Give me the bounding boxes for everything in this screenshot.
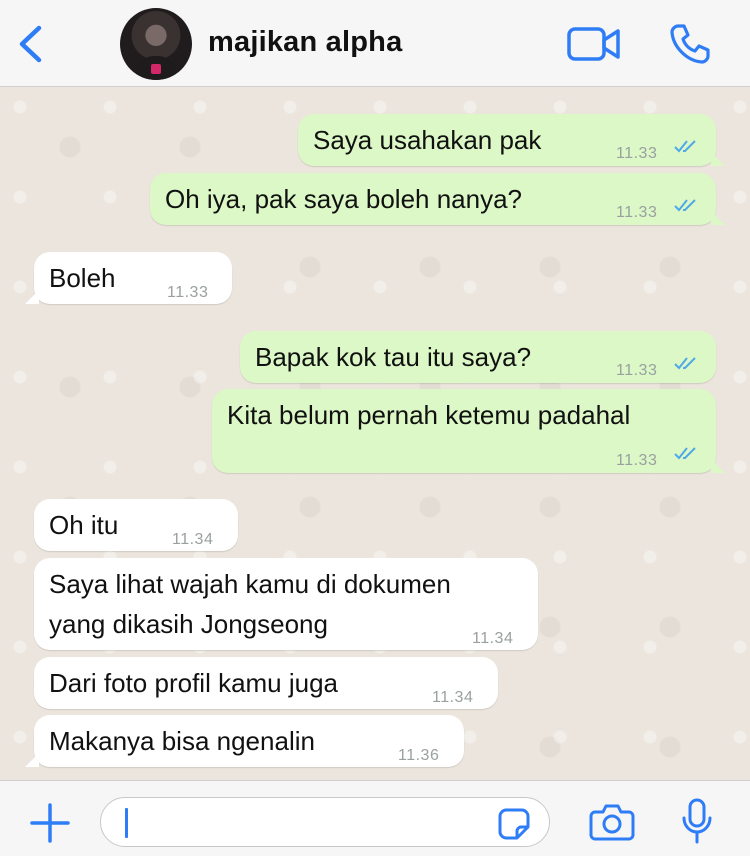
phone-icon	[670, 24, 710, 64]
message-bubble-outgoing[interactable]: Saya usahakan pak 11.33	[298, 114, 725, 166]
read-receipt-icon	[674, 140, 696, 153]
read-receipt-icon	[674, 199, 696, 212]
voice-call-button[interactable]	[668, 22, 712, 66]
read-receipt-icon	[674, 447, 696, 460]
message-time: 11.34	[472, 630, 514, 647]
message-composer	[0, 780, 750, 856]
video-call-button[interactable]	[566, 26, 622, 62]
message-time: 11.33	[616, 145, 658, 162]
contact-avatar[interactable]	[120, 8, 192, 80]
video-camera-icon	[567, 27, 620, 61]
contact-name[interactable]: majikan alpha	[208, 26, 402, 59]
message-text: Makanya bisa ngenalin	[49, 726, 315, 756]
message-time: 11.33	[616, 204, 658, 221]
message-text: Saya usahakan pak	[313, 125, 542, 155]
message-text: Oh iya, pak saya boleh nanya?	[165, 184, 523, 214]
message-bubble-incoming[interactable]: Boleh 11.33	[25, 252, 232, 304]
message-input[interactable]	[100, 797, 550, 847]
message-text: Oh itu	[49, 510, 119, 540]
message-list[interactable]: Saya usahakan pak 11.33 Oh iya, pak saya…	[0, 87, 750, 780]
message-bubble-outgoing[interactable]: Kita belum pernah ketemu padahal 11.33	[212, 389, 725, 473]
message-time: 11.33	[616, 452, 658, 469]
camera-button[interactable]	[589, 803, 635, 841]
sticker-button[interactable]	[497, 807, 531, 841]
back-button[interactable]	[12, 22, 52, 66]
message-bubble-outgoing[interactable]: Oh iya, pak saya boleh nanya? 11.33	[150, 173, 725, 225]
message-text-line: Saya lihat wajah kamu di dokumen	[49, 569, 451, 599]
message-text: Bapak kok tau itu saya?	[255, 342, 532, 372]
chevron-left-icon	[19, 25, 42, 63]
message-text: Boleh	[49, 263, 116, 293]
message-bubble-incoming[interactable]: Dari foto profil kamu juga 11.34	[34, 657, 498, 709]
attach-button[interactable]	[28, 801, 72, 845]
message-time: 11.34	[432, 689, 474, 706]
message-time: 11.33	[616, 362, 658, 379]
message-time: 11.33	[167, 284, 209, 301]
read-receipt-icon	[674, 357, 696, 370]
message-bubble-incoming[interactable]: Makanya bisa ngenalin 11.36	[25, 715, 464, 767]
message-time: 11.36	[398, 747, 440, 764]
plus-icon	[30, 803, 70, 843]
message-text: Kita belum pernah ketemu padahal	[227, 400, 631, 430]
message-text-line: yang dikasih Jongseong	[49, 609, 328, 639]
camera-icon	[589, 804, 635, 841]
chat-header: majikan alpha	[0, 0, 750, 87]
message-bubble-incoming[interactable]: Oh itu 11.34	[34, 499, 238, 551]
message-text: Dari foto profil kamu juga	[49, 668, 339, 698]
message-time: 11.34	[172, 531, 214, 548]
microphone-button[interactable]	[680, 798, 714, 844]
microphone-icon	[682, 798, 712, 844]
message-bubble-outgoing[interactable]: Bapak kok tau itu saya? 11.33	[240, 331, 716, 383]
message-bubble-incoming[interactable]: Saya lihat wajah kamu di dokumen yang di…	[34, 558, 538, 650]
text-caret	[125, 808, 128, 838]
sticker-icon	[498, 808, 530, 840]
